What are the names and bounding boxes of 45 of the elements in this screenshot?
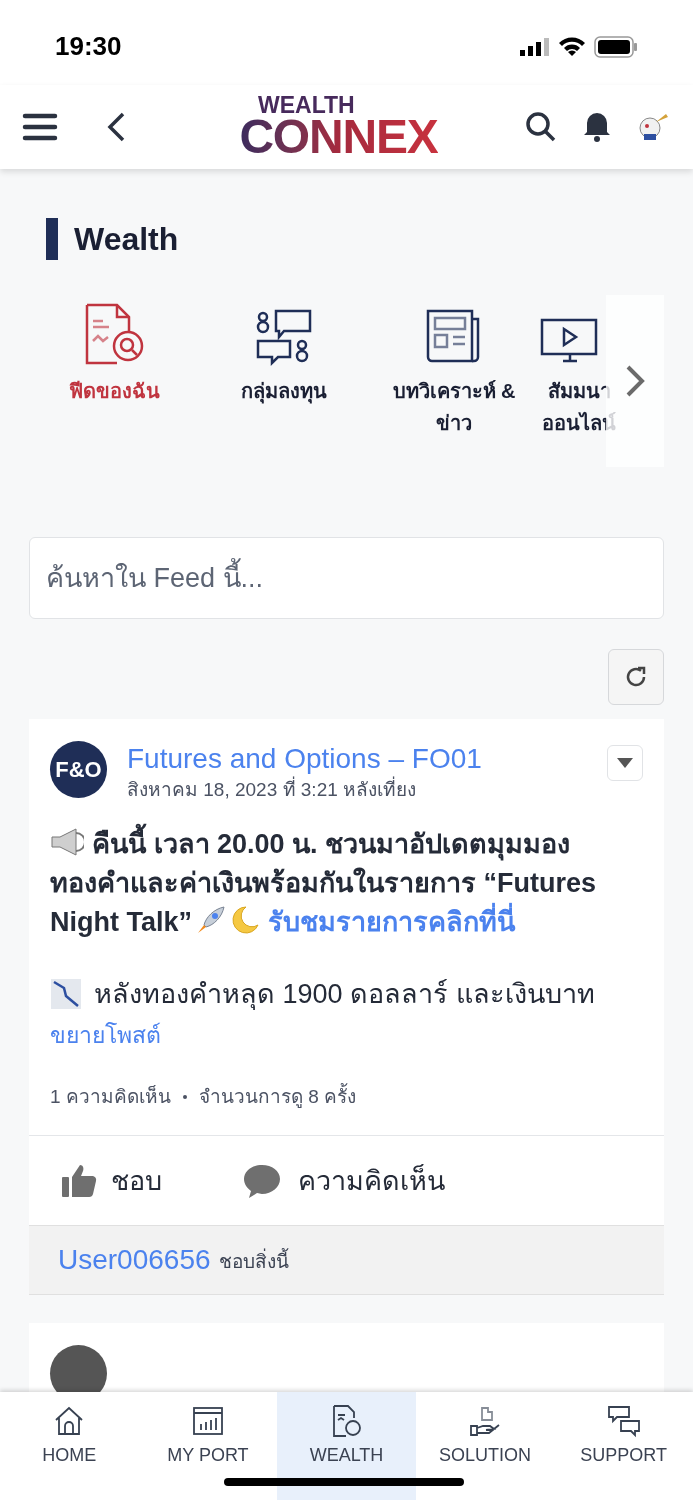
post-time: สิงหาคม 18, 2023 ที่ 3:21 หลังเที่ยง [127,776,607,805]
bar-chart-window-icon [190,1404,225,1438]
expand-post-link[interactable]: ขยายโพสต์ [50,1018,161,1053]
thumbs-up-icon [61,1162,99,1199]
avatar [50,1345,107,1392]
nav-tab[interactable]: WEALTH [277,1392,416,1500]
search-field[interactable]: ค้นหาใน Feed นี้... [29,537,664,619]
signal-icon [520,36,550,57]
nav-tab[interactable]: SUPPORT [554,1392,693,1500]
wifi-icon [558,36,586,57]
chevron-right-icon [624,363,646,399]
megaphone-icon [50,826,84,857]
refresh-icon [624,665,648,689]
comment-button[interactable]: ความคิดเห็น [242,1160,445,1202]
nav-tab[interactable]: HOME [0,1392,139,1500]
category-tab[interactable]: กลุ่มลงทุน [199,295,369,465]
category-tab[interactable]: บทวิเคราะห์ & ข่าว [369,295,539,465]
moon-icon [230,904,260,935]
comment-count: 1 ความคิดเห็น [50,1084,171,1109]
category-tab[interactable]: สัมมนา ออนไลน์ [539,295,693,465]
group-chat-icon [254,307,314,367]
post-source-link[interactable]: Futures and Options – FO01 [127,741,607,776]
status-time: 19:30 [55,30,122,63]
chat-bubbles-icon [606,1404,641,1438]
category-tab[interactable]: ฟีดของฉัน [29,295,199,465]
chart-down-icon [50,978,82,1011]
back-icon [106,111,126,143]
section-title: Wealth [74,220,179,259]
battery-icon [594,35,638,58]
nav-tab[interactable]: SOLUTION [415,1392,555,1500]
title-accent-bar [46,218,58,260]
refresh-button[interactable] [608,649,664,705]
likes-text: ชอบสิ่งนี้ [218,1248,289,1277]
post-body: คืนนี้ เวลา 20.00 น. ชวนมาอัปเดตมุมมองทองคำและค่าเงินพร้อมกันในรายการ “Futures Night Talk” รับชมรายการคลิกที่นี่ [50,824,643,942]
post-excerpt: หลังทองคำหลุด 1900 ดอลลาร์ และเงินบาท [94,977,595,1012]
caret-down-icon [617,758,633,768]
like-button[interactable]: ชอบ [61,1160,162,1202]
speech-bubble-icon [242,1162,282,1199]
post-menu-button[interactable] [607,745,643,781]
rocket-icon [196,904,226,935]
search-icon [525,111,557,143]
nav-tab[interactable]: MY PORT [138,1392,278,1500]
avatar: F&O [50,741,107,798]
menu-icon [22,113,58,141]
view-count: จำนวนการดู 8 ครั้ง [198,1082,356,1110]
